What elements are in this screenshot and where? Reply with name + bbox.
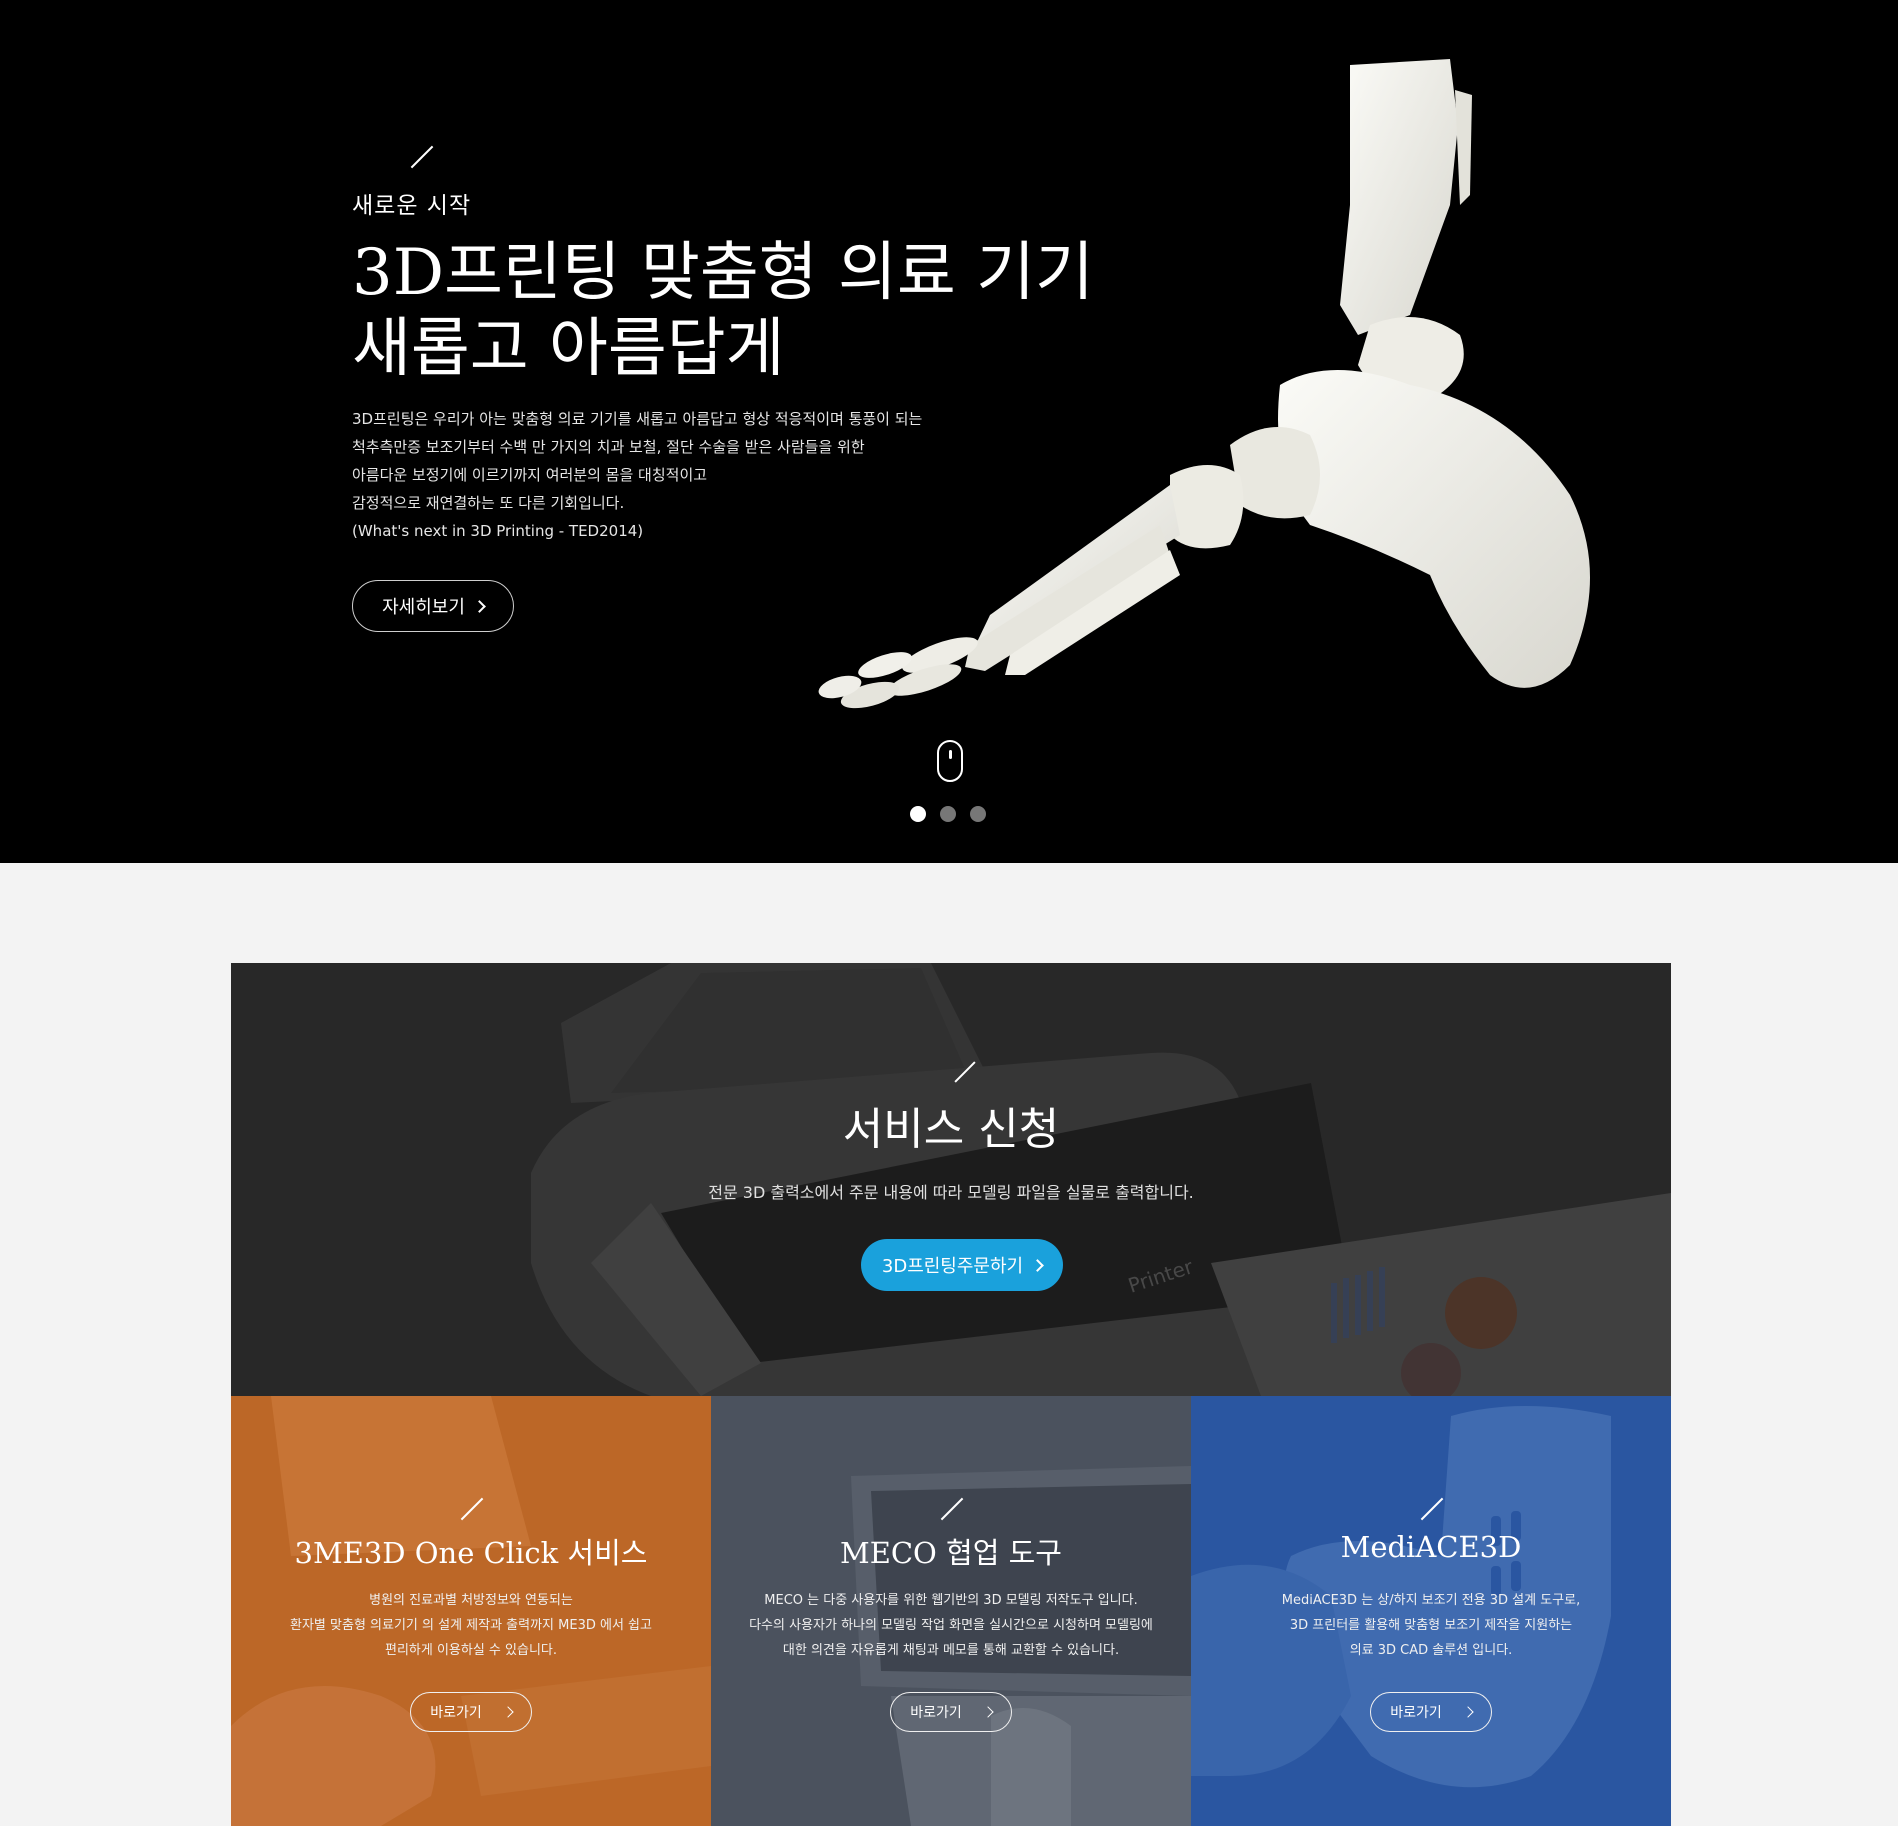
card-3me3d-one-click: 3ME3D One Click 서비스 병원의 진료과별 처방정보와 연동되는 …	[231, 1396, 711, 1826]
chevron-right-icon	[982, 1706, 994, 1718]
card-meco-collaboration: MECO 협업 도구 MECO 는 다중 사용자를 위한 웹기반의 3D 모델링…	[711, 1396, 1191, 1826]
hero-more-button-label: 자세히보기	[382, 597, 465, 618]
card-desc-line: MediACE3D 는 상/하지 보조기 전용 3D 설계 도구로,	[1281, 1593, 1581, 1608]
service-request-banner: Printer 서비스 신청 전문 3D 출력소에서 주문 내용에 따라 모델링…	[231, 963, 1671, 1396]
hero-slider: 새로운 시작 3D프린팅 맞춤형 의료 기기 새롭고 아름답게 3D프린팅은 우…	[0, 0, 1898, 863]
chevron-right-icon	[1462, 1706, 1474, 1718]
order-button-label: 3D프린팅주문하기	[881, 1256, 1024, 1277]
hero-eyebrow: 새로운 시작	[352, 193, 472, 219]
hero-title-line-2: 새롭고 아름답게	[352, 312, 785, 386]
card-mediace3d: MediACE3D MediACE3D 는 상/하지 보조기 전용 3D 설계 …	[1191, 1396, 1671, 1826]
hero-description: 3D프린팅은 우리가 아는 맞춤형 의료 기기를 새롭고 아름답고 형상 적응적…	[352, 405, 922, 545]
hero-desc-line: (What's next in 3D Printing - TED2014)	[352, 522, 644, 540]
card-description: MediACE3D 는 상/하지 보조기 전용 3D 설계 도구로, 3D 프린…	[1191, 1588, 1671, 1663]
chevron-right-icon	[473, 599, 486, 613]
card-go-button-label: 바로가기	[430, 1705, 482, 1721]
card-title: MECO 협업 도구	[840, 1536, 1062, 1570]
card-title: 3ME3D One Click 서비스	[294, 1536, 648, 1570]
card-title: MediACE3D	[1340, 1530, 1522, 1564]
card-go-button-label: 바로가기	[1390, 1705, 1442, 1721]
service-description: 전문 3D 출력소에서 주문 내용에 따라 모델링 파일을 실물로 출력합니다.	[708, 1183, 1194, 1202]
card-go-button[interactable]: 바로가기	[890, 1692, 1012, 1732]
card-desc-line: 대한 의견을 자유롭게 채팅과 메모를 통해 교환할 수 있습니다.	[782, 1643, 1120, 1658]
card-go-button[interactable]: 바로가기	[1370, 1692, 1492, 1732]
chevron-right-icon	[1031, 1258, 1044, 1272]
card-desc-line: 3D 프린터를 활용해 맞춤형 보조기 제작을 지원하는	[1289, 1618, 1573, 1633]
order-3d-printing-button[interactable]: 3D프린팅주문하기	[861, 1239, 1063, 1291]
hero-title-line-1: 3D프린팅 맞춤형 의료 기기	[352, 236, 1094, 310]
card-desc-line: 다수의 사용자가 하나의 모델링 작업 화면을 실시간으로 시청하며 모델링에	[749, 1618, 1153, 1633]
page: 새로운 시작 3D프린팅 맞춤형 의료 기기 새롭고 아름답게 3D프린팅은 우…	[0, 0, 1898, 1826]
slider-dot-2[interactable]	[940, 806, 956, 822]
card-desc-line: MECO 는 다중 사용자를 위한 웹기반의 3D 모델링 저작도구 입니다.	[764, 1593, 1138, 1608]
service-cards: 3ME3D One Click 서비스 병원의 진료과별 처방정보와 연동되는 …	[231, 1396, 1671, 1826]
card-desc-line: 환자별 맞춤형 의료기기 의 설계 제작과 출력까지 ME3D 에서 쉽고	[290, 1618, 652, 1633]
hero-desc-line: 감정적으로 재연결하는 또 다른 기회입니다.	[352, 494, 625, 512]
hero-desc-line: 3D프린팅은 우리가 아는 맞춤형 의료 기기를 새롭고 아름답고 형상 적응적…	[352, 410, 923, 428]
card-description: 병원의 진료과별 처방정보와 연동되는 환자별 맞춤형 의료기기 의 설계 제작…	[231, 1588, 711, 1663]
card-desc-line: 의료 3D CAD 솔루션 입니다.	[1349, 1643, 1513, 1658]
hero-more-button[interactable]: 자세히보기	[352, 580, 514, 632]
scroll-mouse-icon[interactable]	[937, 740, 963, 782]
slider-pagination	[910, 806, 986, 822]
card-desc-line: 편리하게 이용하실 수 있습니다.	[384, 1643, 557, 1658]
card-go-button[interactable]: 바로가기	[410, 1692, 532, 1732]
slider-dot-1[interactable]	[910, 806, 926, 822]
chevron-right-icon	[502, 1706, 514, 1718]
hero-desc-line: 아름다운 보정기에 이르기까지 여러분의 몸을 대칭적이고	[352, 466, 708, 484]
service-title: 서비스 신청	[842, 1104, 1060, 1155]
hero-desc-line: 척추측만증 보조기부터 수백 만 가지의 치과 보철, 절단 수술을 받은 사람…	[352, 438, 865, 456]
card-description: MECO 는 다중 사용자를 위한 웹기반의 3D 모델링 저작도구 입니다. …	[711, 1588, 1191, 1663]
card-go-button-label: 바로가기	[910, 1705, 962, 1721]
slash-decoration-icon	[410, 145, 434, 169]
hero-title: 3D프린팅 맞춤형 의료 기기 새롭고 아름답게	[352, 235, 1094, 387]
card-desc-line: 병원의 진료과별 처방정보와 연동되는	[369, 1593, 573, 1608]
slider-dot-3[interactable]	[970, 806, 986, 822]
